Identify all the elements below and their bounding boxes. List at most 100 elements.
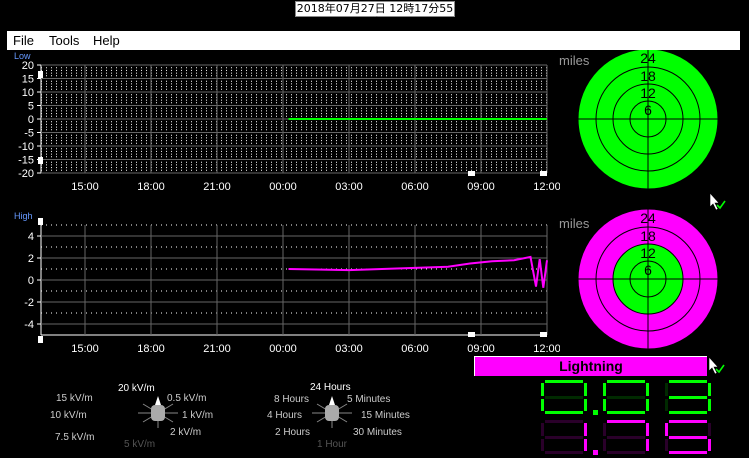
knob1-option-4[interactable]: 5 kV/m [124,439,155,450]
y-tick-label: 10 [22,87,34,99]
menu-help[interactable]: Help [93,31,120,50]
radar-ring-label: 24 [640,210,656,226]
digits-top-value: 0.03 [735,385,737,387]
segment [607,451,645,454]
knob1-option-7[interactable]: 15 kV/m [56,393,93,404]
segment [545,396,583,399]
knob2-option-0[interactable]: 24 Hours [310,382,351,393]
knob2-option-1[interactable]: 5 Minutes [347,394,390,405]
cursor-check-icon[interactable] [709,192,726,211]
time-right-handle[interactable] [540,171,547,176]
scale-bottom-handle[interactable] [38,336,43,343]
menu-tools[interactable]: Tools [49,31,79,50]
knob2-option-5[interactable]: 2 Hours [275,427,310,438]
segment [708,423,711,436]
knob2-option-6[interactable]: 4 Hours [267,410,302,421]
y-tick-label: -20 [18,168,34,180]
knob1-option-6[interactable]: 10 kV/m [50,410,87,421]
y-tick-labels: 4 2 0 -2 -4 [24,231,34,331]
scale-top-handle[interactable] [38,71,43,78]
knob1-option-5[interactable]: 7.5 kV/m [55,432,94,443]
segment [669,451,707,454]
segment [708,439,711,451]
field-scale-knob[interactable]: 20 kV/m 0.5 kV/m 1 kV/m 2 kV/m 5 kV/m 7.… [50,383,213,450]
digits-bottom [541,420,711,455]
y-tick-labels: 20 1510 50 -5-10 -15-20 [18,60,34,180]
x-tick-label: 21:00 [203,343,231,355]
radar-ring-label: 24 [640,50,656,66]
segment [665,439,668,451]
x-tick-label: 00:00 [269,181,297,193]
knob-body[interactable] [325,405,339,421]
radar-panel: miles 2418126 miles 2418126 [559,50,726,350]
knob2-option-4[interactable]: 1 Hour [317,439,348,450]
segment [584,439,587,451]
knob1-option-0[interactable]: 20 kV/m [118,383,155,394]
lightning-cursor-check-icon[interactable] [706,355,730,377]
y-tick-label: 5 [28,101,34,113]
segment [584,399,587,411]
segment [646,383,649,396]
segment [545,411,583,414]
segment [603,423,606,436]
segment [669,436,707,439]
y-tick-label: -5 [24,128,34,140]
segment [584,383,587,396]
segment [665,399,668,411]
segment [646,423,649,436]
knob-body[interactable] [151,405,165,421]
x-tick-label: 15:00 [71,181,99,193]
segment [669,411,707,414]
lightning-label: Lightning [474,356,707,376]
time-left-handle[interactable] [468,171,475,176]
segment [584,423,587,436]
y-tick-label: 0 [28,114,34,126]
radar1-display: 24 18126 [577,50,719,190]
scale-top-handle[interactable] [38,218,43,225]
radar-ring-label: 18 [640,68,656,84]
knob1-option-2[interactable]: 1 kV/m [182,410,213,421]
segment [669,380,707,383]
segment [665,423,668,436]
segment [607,396,645,399]
x-tick-label: 18:00 [137,181,165,193]
knob1-option-3[interactable]: 2 kV/m [170,427,201,438]
scroll-handles[interactable] [38,71,547,176]
menu-file[interactable]: File [13,31,34,50]
segment [708,383,711,396]
segment [545,420,583,423]
knob1-option-1[interactable]: 0.5 kV/m [167,393,206,404]
chart-title: High [14,211,33,221]
x-tick-label: 06:00 [401,343,429,355]
scale-bottom-handle[interactable] [38,157,43,164]
segment [603,439,606,451]
radar-ring-label: 12 [640,245,656,261]
time-right-handle[interactable] [540,332,547,337]
segment [541,399,544,411]
y-tick-label: 0 [28,275,34,287]
knob2-option-3[interactable]: 30 Minutes [353,427,402,438]
decimal-point [593,410,598,415]
segment [541,423,544,436]
segment [545,380,583,383]
x-tick-labels: 15:00 18:00 21:00 00:00 03:00 06:00 09:00 12:00 [71,181,560,193]
segment [669,420,707,423]
segment [603,399,606,411]
knob-pointer [155,396,161,405]
time-left-handle[interactable] [468,332,475,337]
radar1-unit-label: miles [559,53,590,68]
radar-ring-label: 6 [644,262,652,278]
radar2-unit-label: miles [559,216,590,231]
x-tick-labels: 15:00 18:00 21:00 00:00 03:00 06:00 09:00 12:00 [71,343,560,355]
knob2-option-2[interactable]: 15 Minutes [361,410,410,421]
y-tick-label: 4 [28,231,34,243]
time-range-knob[interactable]: 24 Hours 5 Minutes 15 Minutes 30 Minutes… [267,382,410,450]
x-tick-label: 03:00 [335,343,363,355]
segment [607,411,645,414]
digits-bottom-value: 1.75 [735,387,737,389]
x-tick-label: 00:00 [269,343,297,355]
segment [665,383,668,396]
x-tick-label: 06:00 [401,181,429,193]
low-chart: Low 20151050-5-10-15-20 15:00 18:00 21:00 0… [14,51,560,193]
knob2-option-7[interactable]: 8 Hours [274,394,309,405]
